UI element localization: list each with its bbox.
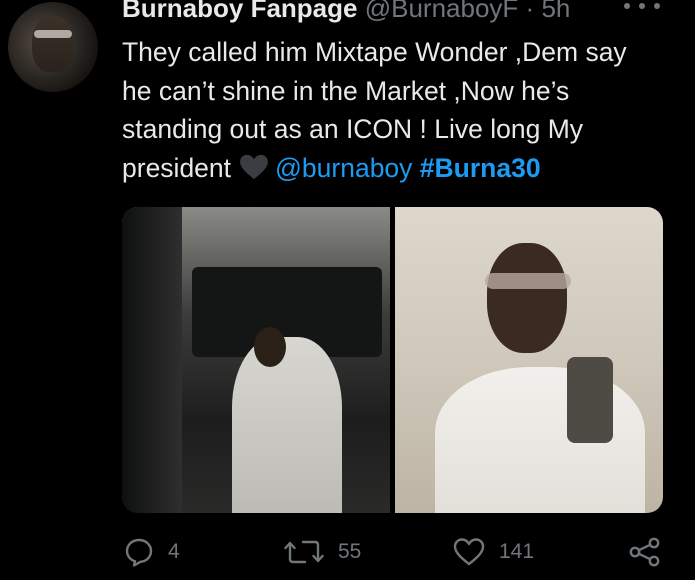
phone [567,357,613,443]
white-suit [435,367,645,513]
hashtag-link[interactable]: #Burna30 [420,153,541,183]
like-button[interactable]: 141 [453,537,534,567]
white-suit [232,337,342,513]
tweet-text-line: standing out as an ICON ! Live long My [122,114,584,144]
head [487,243,567,353]
black-heart-icon [240,154,268,179]
more-options-icon[interactable] [624,0,660,16]
retweet-icon [284,540,324,564]
tweet-text-line: They called him Mixtape Wonder ,Dem say [122,37,627,67]
tweet-text: They called him Mixtape Wonder ,Dem say … [122,33,682,187]
avatar[interactable] [8,2,98,92]
photo-man-selfie[interactable] [395,207,663,513]
reply-icon [125,538,153,567]
tweet-text-line: president @burnaboy #Burna30 [122,149,682,188]
like-count: 141 [499,540,535,563]
photo-man-in-car[interactable] [122,207,390,513]
tweet-time[interactable]: 5h [541,0,570,23]
car-door [122,207,182,513]
reply-button[interactable]: 4 [124,537,180,567]
more-dot [639,3,645,9]
author-handle[interactable]: @BurnaboyF [365,0,519,23]
avatar-glasses [34,30,72,38]
tweet-media [122,207,663,513]
head [254,327,286,367]
tweet-text-line: he can’t shine in the Market ,Now he’s [122,75,570,106]
sunglasses [485,273,571,289]
retweet-count: 55 [338,540,362,563]
author-name[interactable]: Burnaboy Fanpage [122,0,357,23]
header-separator: · [525,0,535,23]
avatar-face [32,16,74,72]
share-button[interactable] [628,537,662,567]
share-icon [629,537,660,567]
reply-count: 4 [168,540,180,563]
more-dot [654,3,660,9]
heart-icon [453,538,485,566]
retweet-button[interactable]: 55 [284,537,361,567]
more-dot [624,3,630,9]
mention-link[interactable]: @burnaboy [275,153,412,183]
tweet-header: Burnaboy Fanpage @BurnaboyF · 5h [122,0,570,23]
tweet-text-fragment: president [122,152,232,183]
